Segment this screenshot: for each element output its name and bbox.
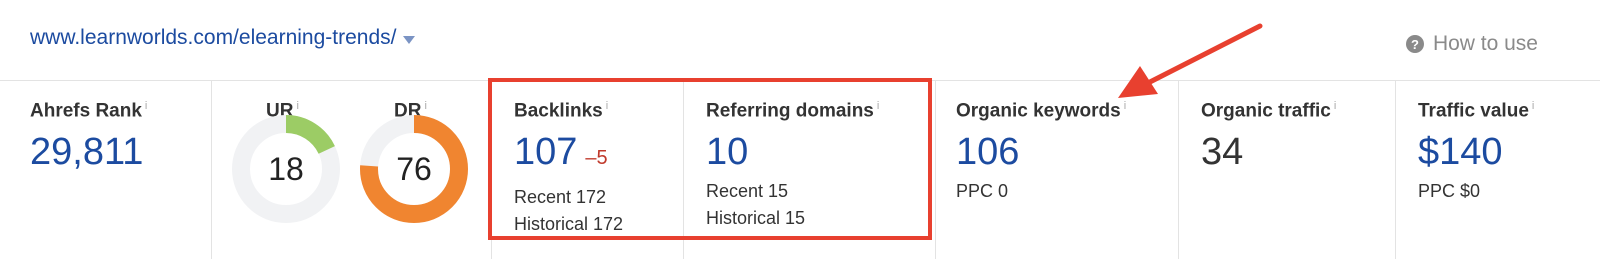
divider bbox=[211, 80, 212, 259]
caret-down-icon bbox=[402, 36, 415, 44]
info-icon[interactable]: i bbox=[424, 100, 426, 112]
organic-keywords-label: Organic keywords bbox=[956, 100, 1121, 122]
organic-traffic-metric: Organic traffic i 34 bbox=[1201, 100, 1336, 174]
traffic-value-value[interactable]: $140 bbox=[1418, 130, 1534, 174]
dr-value: 76 bbox=[396, 150, 432, 187]
how-to-use-link[interactable]: ? How to use bbox=[1405, 32, 1538, 56]
url-dropdown[interactable]: www.learnworlds.com/elearning-trends/ bbox=[30, 26, 415, 50]
ahrefs-rank-label: Ahrefs Rank bbox=[30, 100, 142, 122]
ahrefs-rank-value[interactable]: 29,811 bbox=[30, 130, 147, 174]
organic-keywords-value[interactable]: 106 bbox=[956, 130, 1126, 174]
traffic-value-label: Traffic value bbox=[1418, 100, 1529, 122]
url-text: www.learnworlds.com/elearning-trends/ bbox=[30, 26, 397, 49]
annotation-highlight-box bbox=[488, 78, 932, 240]
organic-keywords-metric: Organic keywords i 106 PPC 0 bbox=[956, 100, 1126, 205]
info-icon[interactable]: i bbox=[1124, 100, 1126, 112]
info-icon[interactable]: i bbox=[296, 100, 298, 112]
info-icon[interactable]: i bbox=[1532, 100, 1534, 112]
divider bbox=[1395, 80, 1396, 259]
how-to-use-label: How to use bbox=[1432, 32, 1538, 55]
info-icon[interactable]: i bbox=[145, 100, 147, 112]
divider bbox=[1178, 80, 1179, 259]
organic-keywords-ppc[interactable]: PPC 0 bbox=[956, 178, 1126, 205]
question-circle-icon: ? bbox=[1405, 35, 1424, 53]
ur-gauge: 18 bbox=[231, 114, 341, 224]
info-icon[interactable]: i bbox=[1334, 100, 1336, 112]
organic-traffic-label: Organic traffic bbox=[1201, 100, 1331, 122]
organic-traffic-value: 34 bbox=[1201, 131, 1244, 174]
divider bbox=[935, 80, 936, 259]
ur-value: 18 bbox=[268, 150, 304, 187]
traffic-value-ppc[interactable]: PPC $0 bbox=[1418, 178, 1534, 205]
dr-gauge: 76 bbox=[359, 114, 469, 224]
traffic-value-metric: Traffic value i $140 PPC $0 bbox=[1418, 100, 1534, 205]
ahrefs-rank-metric: Ahrefs Rank i 29,811 bbox=[30, 100, 147, 174]
